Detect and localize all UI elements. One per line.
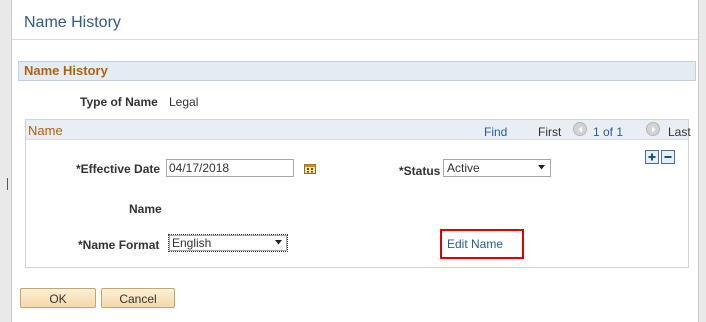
dialog-title: Name History: [24, 14, 121, 31]
name-label: Name: [129, 202, 162, 216]
plus-icon[interactable]: [645, 150, 659, 164]
status-select[interactable]: Active: [443, 159, 551, 177]
dropdown-arrow-icon: [275, 240, 282, 245]
name-grid-title: Name: [28, 123, 63, 138]
ok-button[interactable]: OK: [20, 288, 96, 308]
name-grid: Name Find First 1 of 1 Last *Effective D…: [25, 119, 691, 268]
type-of-name-value: Legal: [169, 95, 199, 109]
calendar-icon[interactable]: [304, 163, 316, 174]
status-label: *Status: [399, 164, 441, 178]
cancel-button[interactable]: Cancel: [101, 288, 175, 308]
minus-icon[interactable]: [661, 150, 675, 164]
chevron-right-icon[interactable]: [646, 122, 660, 136]
name-format-label: *Name Format: [78, 238, 160, 252]
background-window-edge-right: [698, 0, 706, 322]
background-window-edge: [0, 0, 12, 322]
edit-name-link[interactable]: Edit Name: [447, 237, 503, 251]
last-label: Last: [668, 125, 691, 139]
title-divider: [12, 39, 698, 40]
name-format-value: English: [172, 236, 212, 250]
row-count: 1 of 1: [593, 125, 624, 139]
section-header: Name History: [18, 61, 696, 81]
text-cursor-mark: [7, 178, 8, 190]
section-title: Name History: [24, 63, 108, 78]
find-link[interactable]: Find: [484, 125, 507, 139]
name-grid-header: Name Find First 1 of 1 Last: [26, 120, 691, 140]
effective-date-label: *Effective Date: [76, 162, 161, 176]
dropdown-arrow-icon: [538, 165, 545, 170]
effective-date-field[interactable]: [166, 159, 294, 177]
name-history-dialog: Name History Name History Type of Name L…: [12, 0, 698, 322]
type-of-name-label: Type of Name: [80, 95, 158, 109]
name-format-select[interactable]: English: [168, 234, 288, 252]
first-label: First: [538, 125, 562, 139]
status-value: Active: [447, 161, 480, 175]
chevron-left-icon[interactable]: [573, 122, 587, 136]
